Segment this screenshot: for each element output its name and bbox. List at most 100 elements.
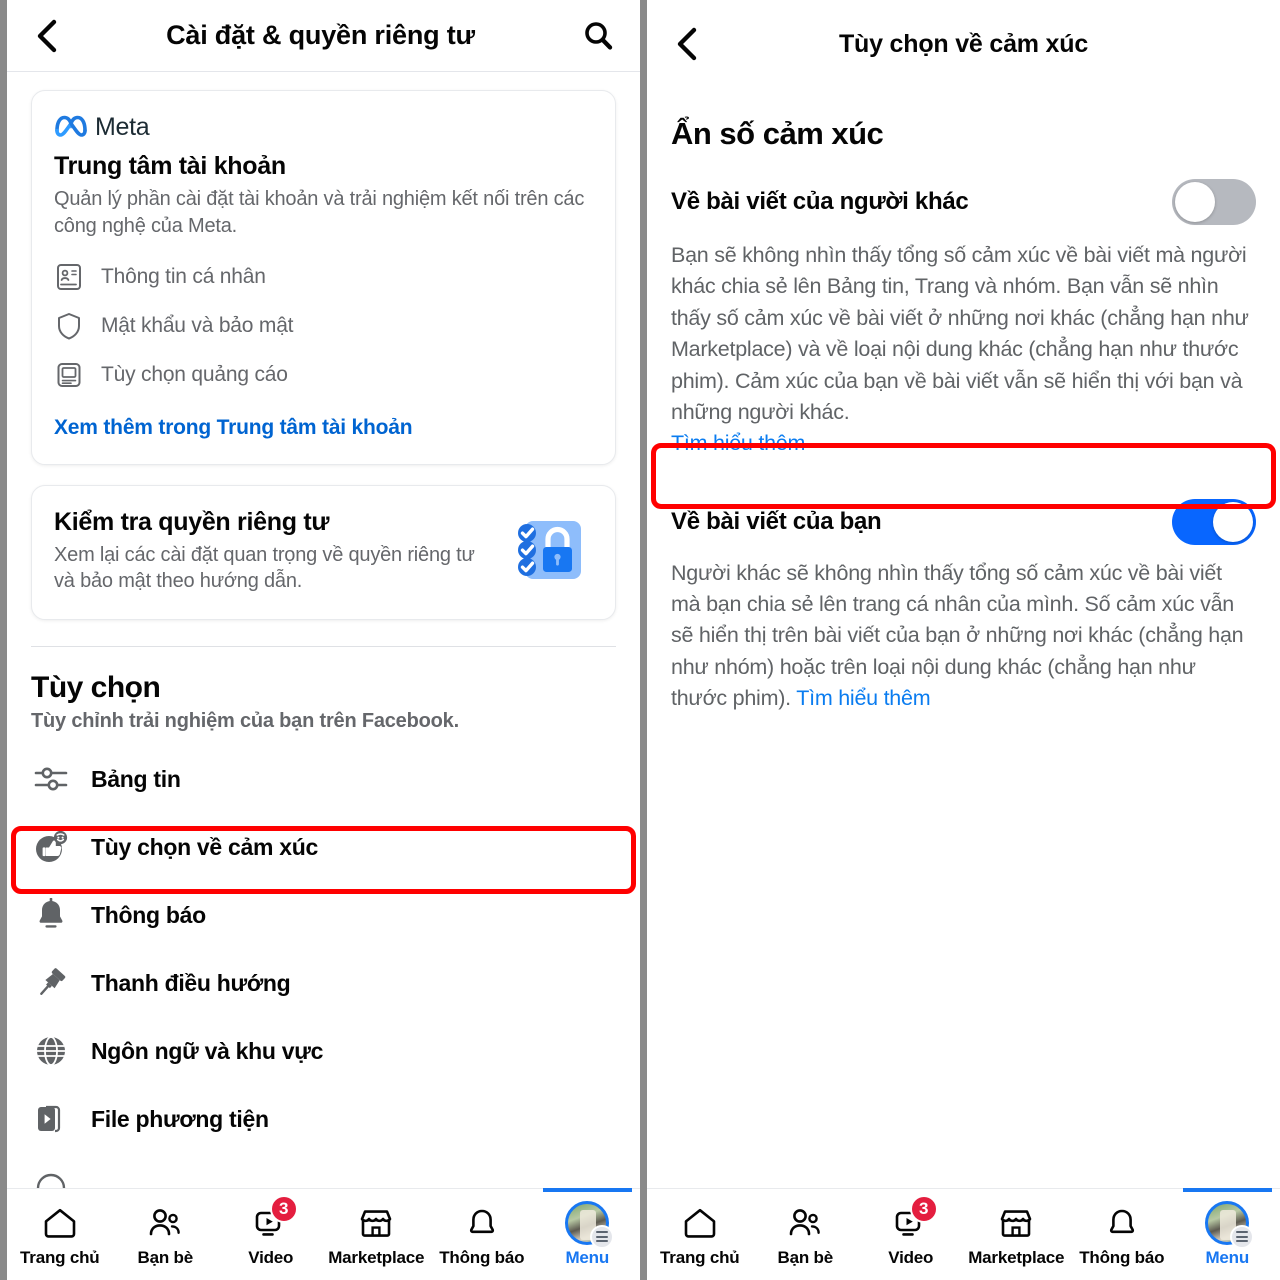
account-link-label: Tùy chọn quảng cáo xyxy=(101,362,288,386)
privacy-checkup-text: Kiểm tra quyền riêng tư Xem lại các cài … xyxy=(54,508,495,596)
account-link-password-security[interactable]: Mật khẩu và bảo mật xyxy=(54,311,593,341)
nav-tab-video[interactable]: 3 Video xyxy=(858,1189,964,1280)
nav-tab-label: Bạn bè xyxy=(137,1247,194,1267)
nav-tab-home[interactable]: Trang chủ xyxy=(647,1189,753,1280)
sidebar-item-news-feed[interactable]: Bảng tin xyxy=(7,745,640,813)
nav-tab-friends[interactable]: Bạn bè xyxy=(753,1189,859,1280)
preferences-menu-list: Bảng tin Tùy chọn về cảm xúc Thông báo T… xyxy=(7,745,640,1153)
account-center-description: Quản lý phần cài đặt tài khoản và trải n… xyxy=(54,188,585,237)
see-more-account-center-link[interactable]: Xem thêm trong Trung tâm tài khoản xyxy=(54,416,593,440)
active-tab-indicator xyxy=(542,1188,632,1192)
id-card-icon xyxy=(54,262,84,292)
sidebar-item-media-files[interactable]: File phương tiện xyxy=(7,1085,640,1153)
chevron-left-icon[interactable] xyxy=(669,27,703,61)
meta-brand: Meta xyxy=(54,113,593,142)
chevron-left-icon[interactable] xyxy=(29,19,63,53)
nav-tab-marketplace[interactable]: Marketplace xyxy=(964,1189,1070,1280)
screenshot-stage: Cài đặt & quyền riêng tư Meta Trung tâm … xyxy=(0,0,1280,1280)
shield-icon xyxy=(54,311,84,341)
account-link-personal-info[interactable]: Thông tin cá nhân xyxy=(54,262,593,292)
privacy-checkup-card[interactable]: Kiểm tra quyền riêng tư Xem lại các cài … xyxy=(31,484,616,621)
privacy-checkup-description: Xem lại các cài đặt quan trọng về quyền … xyxy=(54,543,475,593)
nav-tab-menu[interactable]: Menu xyxy=(535,1188,641,1280)
meta-infinity-icon xyxy=(54,113,88,142)
setting-description-text: Bạn sẽ không nhìn thấy tổng số cảm xúc v… xyxy=(671,243,1249,424)
marketplace-icon xyxy=(993,1203,1039,1243)
nav-tab-label: Menu xyxy=(1205,1247,1250,1267)
setting-label: Về bài viết của người khác xyxy=(671,188,969,215)
nav-tab-marketplace[interactable]: Marketplace xyxy=(324,1189,430,1280)
video-icon: 3 xyxy=(248,1194,298,1243)
bell-icon xyxy=(1099,1203,1145,1243)
setting-description-your-posts: Người khác sẽ không nhìn thấy tổng số cả… xyxy=(671,558,1256,715)
hamburger-icon xyxy=(590,1224,615,1249)
account-center-links: Thông tin cá nhân Mật khẩu và bảo mật Tù… xyxy=(54,262,593,390)
toggle-knob xyxy=(1175,182,1215,222)
settings-privacy-screen: Cài đặt & quyền riêng tư Meta Trung tâm … xyxy=(7,0,640,1280)
home-icon xyxy=(37,1203,83,1243)
nav-tab-home[interactable]: Trang chủ xyxy=(7,1189,113,1280)
nav-tab-label: Marketplace xyxy=(968,1247,1065,1267)
globe-icon xyxy=(31,1031,71,1071)
video-badge: 3 xyxy=(909,1194,938,1223)
page-title: Tùy chọn về cảm xúc xyxy=(838,29,1089,58)
section-subtitle: Tùy chỉnh trải nghiệm của bạn trên Faceb… xyxy=(31,710,459,733)
sliders-icon xyxy=(31,759,71,799)
sidebar-item-notifications[interactable]: Thông báo xyxy=(7,881,640,949)
sidebar-item-label: Bảng tin xyxy=(91,765,181,792)
thumbs-up-reaction-icon xyxy=(31,827,71,867)
section-title: Tùy chọn xyxy=(31,671,161,705)
privacy-checkup-title: Kiểm tra quyền riêng tư xyxy=(54,507,330,536)
sidebar-item-label: File phương tiện xyxy=(91,1105,269,1132)
toggle-knob xyxy=(1213,501,1253,542)
reaction-preferences-screen: Tùy chọn về cảm xúc Ẩn số cảm xúc Về bài… xyxy=(647,0,1280,1280)
left-header: Cài đặt & quyền riêng tư xyxy=(7,0,640,72)
account-link-ad-preferences[interactable]: Tùy chọn quảng cáo xyxy=(54,360,593,390)
right-scroll-area[interactable]: Ẩn số cảm xúc Về bài viết của người khác… xyxy=(647,88,1280,1280)
avatar-menu-icon xyxy=(564,1200,615,1249)
account-link-label: Mật khẩu và bảo mật xyxy=(101,313,294,337)
nav-tab-label: Video xyxy=(888,1247,934,1267)
sidebar-item-label: Ngôn ngữ và khu vực xyxy=(91,1037,324,1064)
preferences-section-header: Tùy chọn Tùy chỉnh trải nghiệm của bạn t… xyxy=(7,647,640,733)
friends-icon xyxy=(782,1203,828,1243)
nav-tab-friends[interactable]: Bạn bè xyxy=(113,1189,219,1280)
meta-wordmark: Meta xyxy=(95,113,150,141)
learn-more-link[interactable]: Tìm hiểu thêm xyxy=(796,686,930,710)
nav-tab-label: Thông báo xyxy=(1079,1247,1165,1267)
nav-tab-label: Video xyxy=(248,1247,294,1267)
toggle-others-posts[interactable] xyxy=(1172,179,1256,225)
bottom-nav-right: Trang chủ Bạn bè 3 Video Marketplace Thô… xyxy=(647,1188,1280,1280)
nav-tab-notifications[interactable]: Thông báo xyxy=(429,1189,535,1280)
hamburger-icon xyxy=(1230,1224,1255,1249)
section-title: Ẩn số cảm xúc xyxy=(671,116,884,151)
nav-tab-menu[interactable]: Menu xyxy=(1175,1188,1280,1280)
friends-icon xyxy=(142,1203,188,1243)
sidebar-item-reaction-preferences[interactable]: Tùy chọn về cảm xúc xyxy=(7,813,640,881)
setting-row-others-posts[interactable]: Về bài viết của người khác xyxy=(671,178,1256,226)
partial-menu-item-cutoff xyxy=(31,1168,91,1188)
nav-tab-notifications[interactable]: Thông báo xyxy=(1069,1189,1175,1280)
nav-tab-video[interactable]: 3 Video xyxy=(218,1189,324,1280)
active-tab-indicator xyxy=(1182,1188,1272,1192)
avatar-menu-icon xyxy=(1204,1200,1255,1249)
sidebar-item-navigation-bar[interactable]: Thanh điều hướng xyxy=(7,949,640,1017)
learn-more-link[interactable]: Tìm hiểu thêm xyxy=(671,431,805,455)
ad-preferences-icon xyxy=(54,360,84,390)
right-header: Tùy chọn về cảm xúc xyxy=(647,0,1280,88)
bell-icon xyxy=(459,1203,505,1243)
toggle-your-posts[interactable] xyxy=(1172,498,1256,545)
sidebar-item-language-region[interactable]: Ngôn ngữ và khu vực xyxy=(7,1017,640,1085)
sidebar-item-label: Tùy chọn về cảm xúc xyxy=(91,833,318,860)
sidebar-item-label: Thanh điều hướng xyxy=(91,969,291,996)
media-file-icon xyxy=(31,1099,71,1139)
setting-row-your-posts[interactable]: Về bài viết của bạn xyxy=(671,498,1256,546)
search-icon[interactable] xyxy=(578,16,618,56)
account-center-title: Trung tâm tài khoản xyxy=(54,152,286,180)
account-center-card[interactable]: Meta Trung tâm tài khoản Quản lý phần cà… xyxy=(31,90,616,465)
nav-tab-label: Menu xyxy=(565,1247,610,1267)
setting-label: Về bài viết của bạn xyxy=(671,507,882,535)
marketplace-icon xyxy=(353,1203,399,1243)
nav-tab-label: Bạn bè xyxy=(777,1247,834,1267)
left-scroll-area[interactable]: Meta Trung tâm tài khoản Quản lý phần cà… xyxy=(7,72,640,1280)
